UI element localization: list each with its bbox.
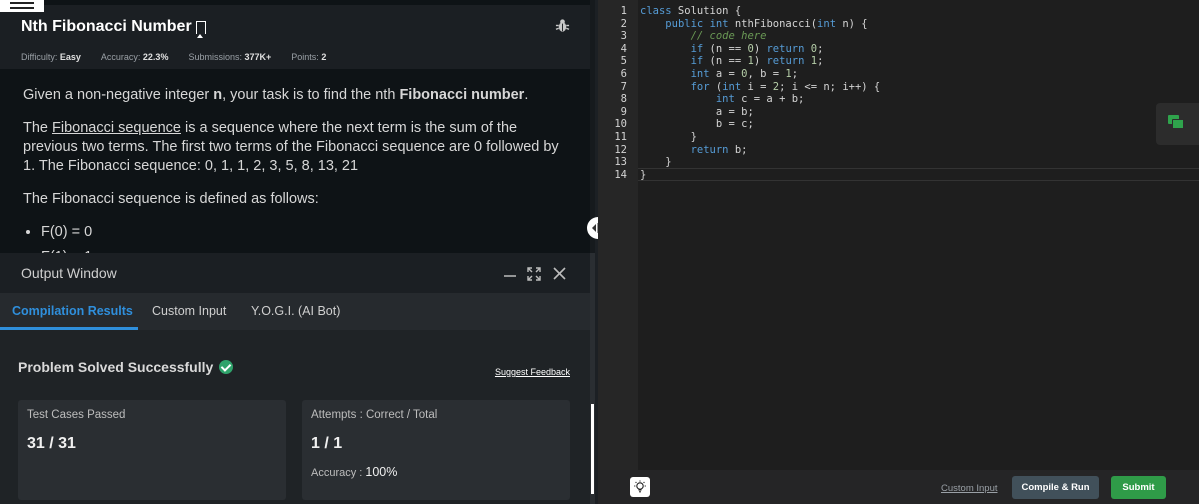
code-line[interactable]: int c = a + b; (640, 93, 880, 106)
test-cases-label: Test Cases Passed (27, 409, 126, 421)
problem-panel: Nth Fibonacci Number Difficulty: Easy Ac… (0, 0, 590, 504)
attempts-value: 1 / 1 (311, 435, 343, 452)
line-number: 7 (620, 80, 627, 93)
line-number: 3 (620, 30, 627, 43)
text-span: The (23, 120, 53, 136)
code-line[interactable]: int a = 0, b = 1; (640, 68, 880, 81)
submit-button[interactable]: Submit (1111, 476, 1166, 499)
text-bold: Fibonacci number (399, 87, 525, 103)
code-line[interactable]: } (640, 156, 880, 169)
code-line[interactable]: public int nthFibonacci(int n) { (640, 18, 880, 31)
submissions: Submissions: 377K+ (188, 52, 271, 62)
code-line[interactable]: } (640, 131, 880, 144)
problem-title: Nth Fibonacci Number (21, 18, 192, 35)
tab-custom-input[interactable]: Custom Input (152, 304, 226, 318)
line-number: 5 (620, 55, 627, 68)
code-line[interactable]: if (n == 1) return 1; (640, 55, 880, 68)
active-tab-indicator (0, 327, 138, 330)
line-numbers: 1 2 3 4 5 6 7 8 9 10 11 12 13 14 (598, 5, 638, 181)
submissions-value: 377K+ (244, 52, 272, 62)
code-line[interactable]: return b; (640, 144, 880, 157)
accuracy-row: Accuracy : 100% (311, 465, 397, 479)
line-number: 4 (620, 42, 627, 55)
line-number: 8 (620, 93, 627, 106)
minimize-icon[interactable] (503, 262, 517, 282)
lightbulb-icon[interactable] (630, 477, 650, 497)
description-paragraph-1: Given a non-negative integer n, your tas… (23, 86, 573, 105)
points: Points: 2 (291, 52, 326, 62)
code-line[interactable]: // code here (640, 30, 880, 43)
test-cases-value: 31 / 31 (27, 435, 76, 452)
status-message: Problem Solved Successfully (18, 359, 234, 375)
difficulty-value: Easy (59, 52, 81, 62)
compile-run-button[interactable]: Compile & Run (1012, 476, 1099, 499)
line-number: 6 (620, 67, 627, 80)
close-icon[interactable] (553, 267, 566, 284)
bookmark-icon[interactable] (195, 20, 206, 38)
line-number: 14 (614, 168, 627, 181)
chat-icon[interactable] (1156, 103, 1199, 145)
expand-icon[interactable] (527, 267, 541, 285)
problem-meta: Difficulty: Easy Accuracy: 22.3% Submiss… (21, 52, 326, 62)
test-cases-card: Test Cases Passed 31 / 31 (18, 400, 286, 500)
output-tabs: Compilation Results Custom Input Y.O.G.I… (0, 293, 590, 330)
code-area[interactable]: class Solution { public int nthFibonacci… (640, 5, 880, 181)
chat-bubble-front (1172, 119, 1184, 129)
output-scrollbar-thumb[interactable] (591, 404, 594, 494)
description-paragraph-2: The Fibonacci sequence is a sequence whe… (23, 119, 573, 176)
text-span: , your task is to find the nth (222, 87, 400, 103)
code-line[interactable]: for (int i = 2; i <= n; i++) { (640, 81, 881, 94)
result-accuracy-value: 100% (365, 465, 398, 479)
tab-compilation-results[interactable]: Compilation Results (12, 304, 133, 318)
editor-toolbar: Custom Input Compile & Run Submit (598, 470, 1199, 504)
code-line[interactable]: } (640, 169, 880, 182)
line-number: 1 (620, 5, 627, 17)
output-title: Output Window (21, 265, 117, 281)
line-number: 11 (614, 130, 627, 143)
app-root: Nth Fibonacci Number Difficulty: Easy Ac… (0, 0, 1199, 504)
points-value: 2 (321, 52, 327, 62)
problem-header: Nth Fibonacci Number Difficulty: Easy Ac… (0, 5, 590, 69)
difficulty-label: Difficulty: (21, 52, 58, 62)
problem-title-row: Nth Fibonacci Number (21, 18, 206, 38)
tab-yogi-ai-bot[interactable]: Y.O.G.I. (AI Bot) (251, 304, 340, 318)
points-label: Points: (291, 52, 319, 62)
line-number: 9 (620, 105, 627, 118)
attempts-label: Attempts : Correct / Total (311, 409, 438, 421)
check-circle-icon (219, 360, 234, 374)
text-bold: n (213, 87, 223, 103)
code-line[interactable]: class Solution { (640, 5, 880, 18)
status-text: Problem Solved Successfully (18, 359, 214, 375)
code-line[interactable]: b = c; (640, 118, 880, 131)
line-number: 12 (614, 143, 627, 156)
difficulty: Difficulty: Easy (21, 52, 81, 62)
line-number: 2 (620, 17, 627, 30)
code-editor[interactable]: 1 2 3 4 5 6 7 8 9 10 11 12 13 14 class Solution { pub… (598, 0, 1199, 504)
code-line[interactable]: a = b; (640, 106, 880, 119)
text-span: Given a non-negative integer (23, 87, 214, 103)
output-header: Output Window (0, 253, 590, 293)
result-accuracy-label: Accuracy : (311, 467, 366, 479)
description-paragraph-3: The Fibonacci sequence is defined as fol… (23, 191, 319, 207)
accuracy-value: 22.3% (142, 52, 169, 62)
submissions-label: Submissions: (188, 52, 242, 62)
accuracy-label: Accuracy: (100, 52, 141, 62)
hamburger-menu-icon[interactable] (0, 0, 44, 12)
custom-input-link[interactable]: Custom Input (941, 483, 998, 494)
attempts-card: Attempts : Correct / Total 1 / 1 Accurac… (302, 400, 570, 500)
code-line[interactable]: if (n == 0) return 0; (640, 43, 880, 56)
list-item: F(0) = 0 (41, 223, 573, 242)
problem-description: Given a non-negative integer n, your tas… (23, 86, 573, 273)
line-number: 13 (614, 156, 627, 169)
accuracy: Accuracy: 22.3% (101, 52, 169, 62)
output-window: Output Window Compilation Results Custom… (0, 253, 590, 504)
text-span: . (524, 87, 529, 103)
suggest-feedback-link[interactable]: Suggest Feedback (495, 367, 570, 377)
line-number: 10 (614, 118, 627, 131)
bug-report-icon[interactable] (555, 18, 570, 33)
fibonacci-sequence-link[interactable]: Fibonacci sequence (52, 120, 181, 136)
